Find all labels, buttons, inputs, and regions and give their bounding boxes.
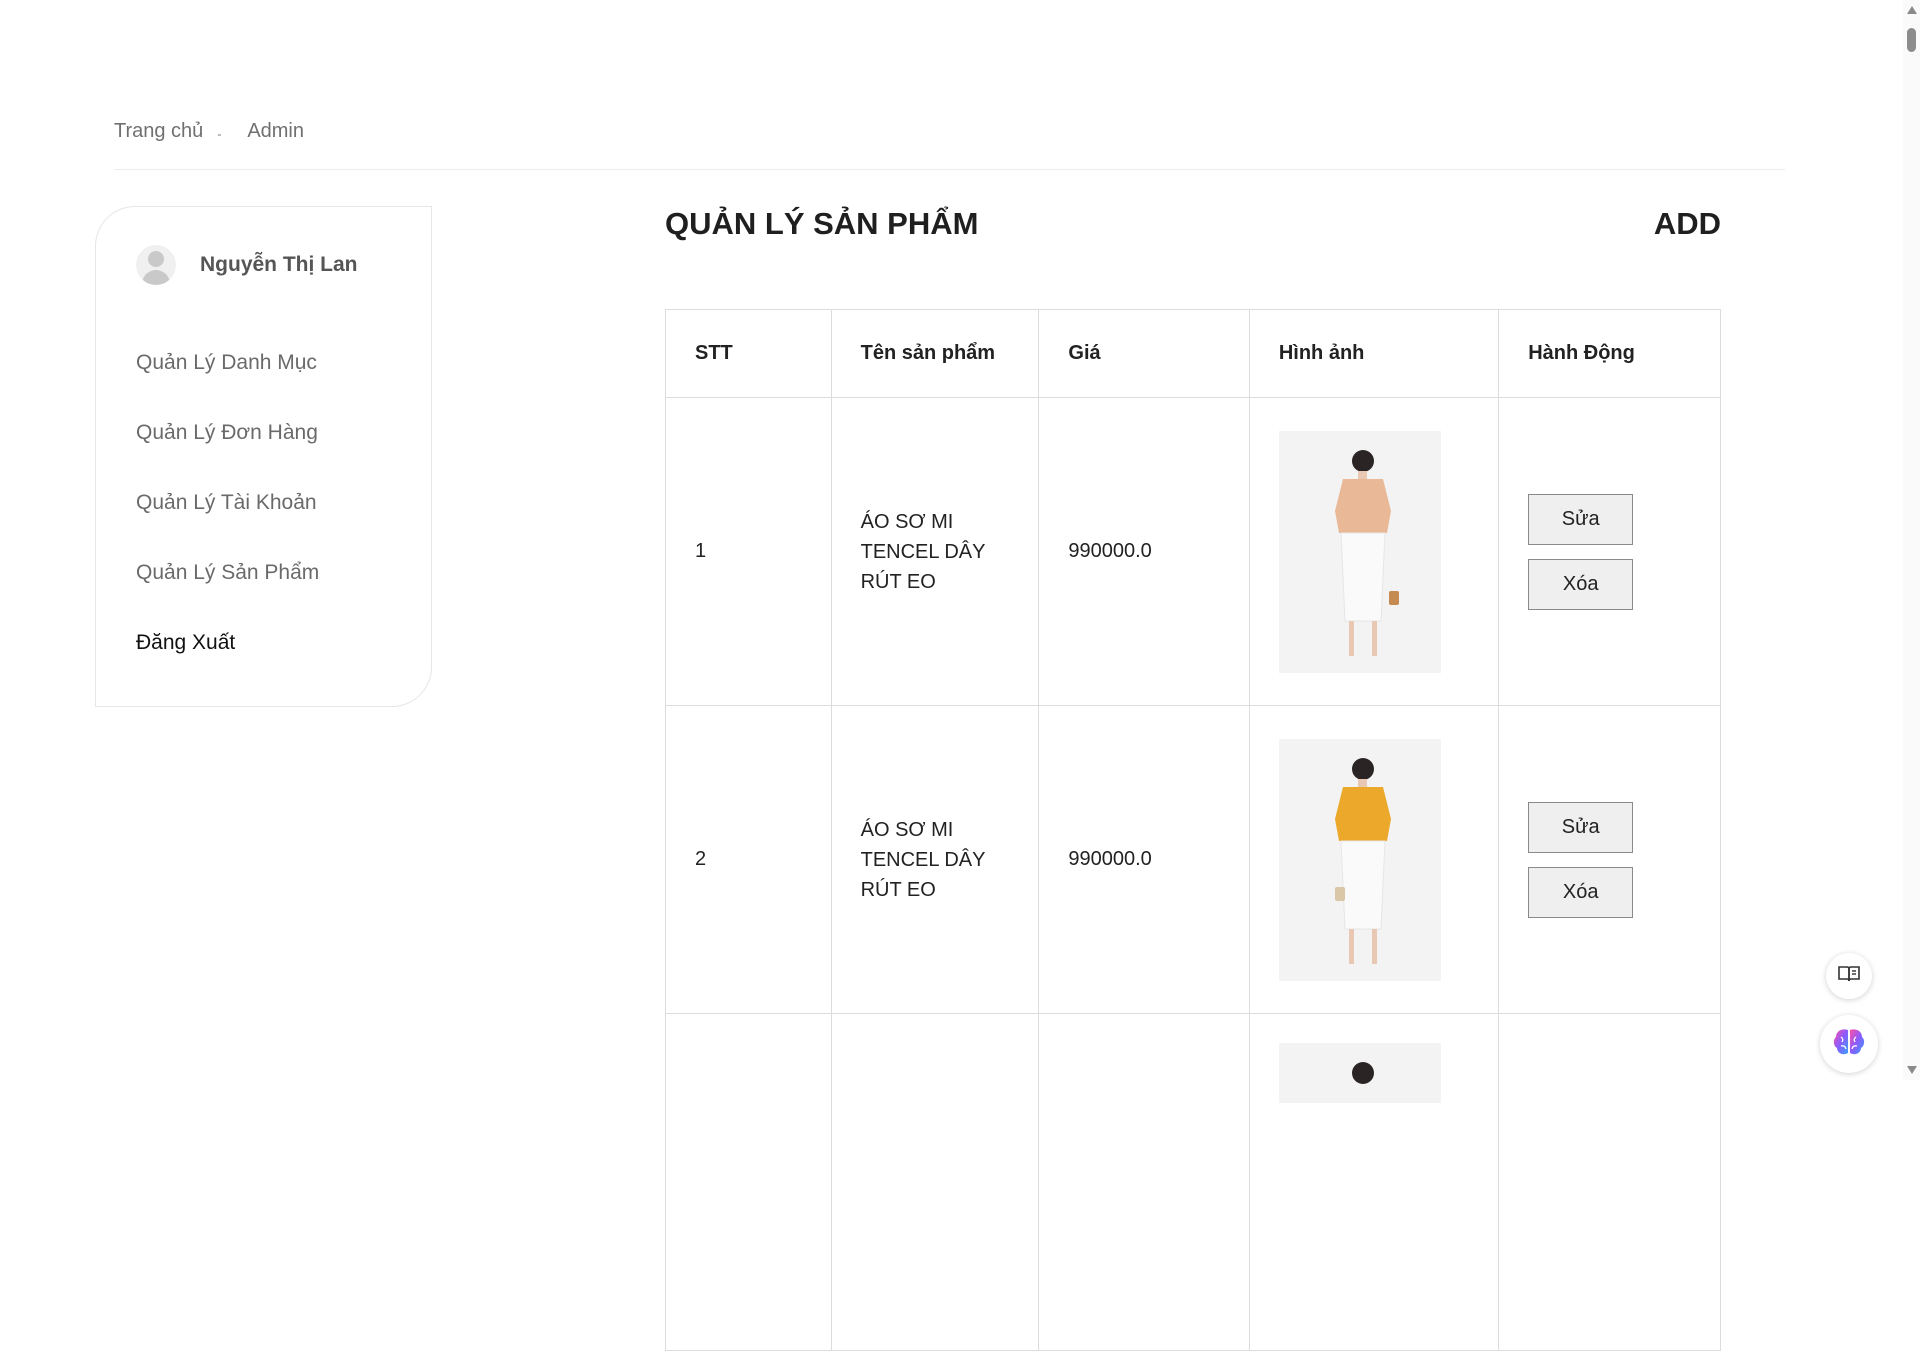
sidebar-item-orders[interactable]: Quản Lý Đơn Hàng [136,421,319,491]
product-image [1278,738,1441,981]
add-product-button[interactable]: ADD [1654,206,1721,242]
reader-mode-button[interactable] [1826,953,1872,999]
cell-actions: Sửa Xóa [1498,705,1721,1014]
assistant-button[interactable] [1820,1015,1878,1073]
product-shirt [1334,786,1391,841]
delete-button[interactable]: Xóa [1528,866,1634,918]
breadcrumb-home-link[interactable]: Trang chủ [114,120,203,143]
edit-button[interactable]: Sửa [1528,493,1634,545]
sidebar-item-accounts[interactable]: Quản Lý Tài Khoản [136,491,319,561]
header-image: Hình ảnh [1248,309,1500,398]
table-row [665,1013,1721,1351]
book-icon [1838,965,1860,988]
edit-button[interactable]: Sửa [1528,801,1634,853]
products-table: STT Tên sản phẩm Giá Hình ảnh Hành Động … [665,309,1721,1351]
cell-image [1248,1013,1500,1351]
divider [114,169,1785,170]
product-shirt [1334,478,1391,533]
cell-stt: 1 [665,397,832,706]
cell-product-name: ÁO SƠ MI TENCEL DÂY RÚT EO [830,705,1040,1014]
cell-image [1248,397,1500,706]
breadcrumb-current[interactable]: Admin [247,120,304,143]
sidebar-item-category[interactable]: Quản Lý Danh Mục [136,351,319,421]
cell-image [1248,705,1500,1014]
table-row: 1 ÁO SƠ MI TENCEL DÂY RÚT EO 990000.0 Sử… [665,397,1721,706]
cell-price: 990000.0 [1038,705,1250,1014]
sidebar-menu: Quản Lý Danh Mục Quản Lý Đơn Hàng Quản L… [136,351,319,701]
cell-product-name: ÁO SƠ MI TENCEL DÂY RÚT EO [830,397,1040,706]
scroll-thumb[interactable] [1907,28,1916,52]
cell-price: 990000.0 [1038,397,1250,706]
table-header-row: STT Tên sản phẩm Giá Hình ảnh Hành Động [665,309,1721,398]
cell-stt: 2 [665,705,832,1014]
scroll-down-icon[interactable] [1907,1066,1917,1074]
user-profile: Nguyễn Thị Lan [136,245,358,285]
product-image [1278,430,1441,673]
delete-button[interactable]: Xóa [1528,558,1634,610]
header-price: Giá [1038,309,1250,398]
sidebar: Nguyễn Thị Lan Quản Lý Danh Mục Quản Lý … [95,206,432,707]
table-row: 2 ÁO SƠ MI TENCEL DÂY RÚT EO 990000.0 Sử… [665,705,1721,1014]
page-scrollbar[interactable] [1903,0,1920,1080]
header-actions: Hành Động [1498,309,1721,398]
user-name: Nguyễn Thị Lan [200,253,358,276]
page-title: QUẢN LÝ SẢN PHẨM [665,206,979,241]
breadcrumb-separator: - [217,126,222,141]
header-name: Tên sản phẩm [830,309,1040,398]
cell-actions: Sửa Xóa [1498,397,1721,706]
product-image [1278,1043,1441,1103]
brain-icon [1832,1027,1866,1062]
scroll-up-icon[interactable] [1907,6,1917,14]
sidebar-item-logout[interactable]: Đăng Xuất [136,631,319,701]
sidebar-item-products[interactable]: Quản Lý Sản Phẩm [136,561,319,631]
breadcrumb: Trang chủ - Admin [114,120,304,143]
avatar [136,245,176,285]
header-stt: STT [665,309,832,398]
